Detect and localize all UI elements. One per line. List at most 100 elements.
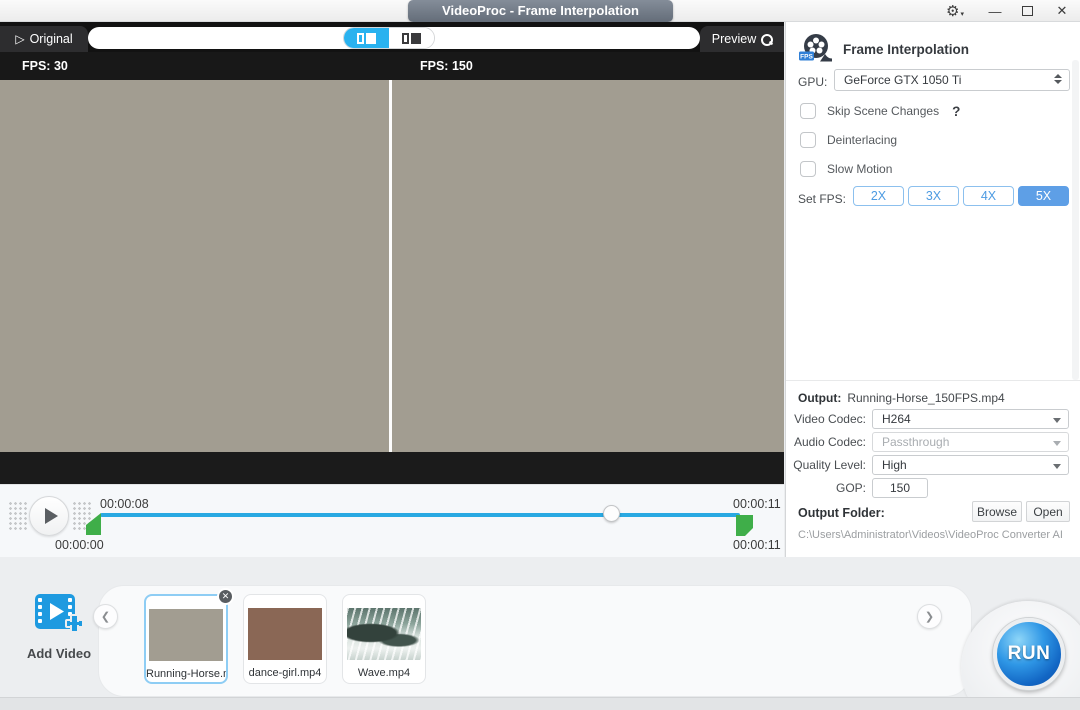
file-name-label: dance-girl.mp4 (244, 667, 326, 679)
trim-end-handle[interactable] (736, 515, 753, 536)
timeline-bar: 00:00:08 00:00:11 00:00:00 00:00:11 (0, 484, 784, 557)
video-codec-label: Video Codec: (786, 412, 866, 426)
original-fps-label: FPS: 30 (22, 59, 68, 73)
close-icon: ✕ (222, 591, 230, 602)
start-time-label: 00:00:00 (55, 538, 104, 552)
magnifier-icon (761, 34, 772, 45)
split-view-button-active[interactable] (344, 28, 389, 48)
set-fps-label: Set FPS: (798, 192, 846, 206)
output-filename: Running-Horse_150FPS.mp4 (847, 391, 1004, 405)
video-codec-select[interactable]: H264 (872, 409, 1069, 429)
skip-scene-changes-row: Skip Scene Changes ? (800, 103, 960, 119)
quality-level-label: Quality Level: (786, 458, 866, 472)
gear-caret-icon: ▾ (960, 10, 964, 18)
maximize-icon (1022, 6, 1033, 16)
skip-scene-changes-label: Skip Scene Changes (827, 104, 939, 118)
file-name-label: Wave.mp4 (343, 667, 425, 679)
play-outline-icon: ▷ (15, 32, 24, 46)
end-time-bottom-label: 00:00:11 (733, 538, 781, 552)
gop-label: GOP: (786, 481, 866, 495)
fps-option-4x[interactable]: 4X (963, 186, 1014, 206)
gop-row: GOP: 150 (786, 478, 1080, 498)
deinterlacing-label: Deinterlacing (827, 133, 897, 147)
preview-tab[interactable]: Preview (700, 26, 784, 52)
add-video-icon (33, 591, 85, 637)
quality-level-value: High (882, 458, 907, 472)
title-bar: VideoProc - Frame Interpolation ⚙▾ — ✕ (0, 0, 1080, 22)
open-button[interactable]: Open (1026, 501, 1070, 522)
slow-motion-checkbox[interactable] (800, 161, 816, 177)
remove-file-button[interactable]: ✕ (217, 588, 234, 605)
playhead-handle[interactable] (603, 505, 620, 522)
running-horse-thumbnail (149, 609, 223, 661)
output-folder-path: C:\Users\Administrator\Videos\VideoProc … (798, 529, 1063, 541)
video-compare-area (0, 80, 784, 452)
output-filename-row: Output:Running-Horse_150FPS.mp4 (798, 391, 1005, 405)
dance-girl-thumbnail (248, 608, 322, 660)
compare-view-toggle (343, 27, 435, 49)
original-tab[interactable]: ▷ Original (0, 26, 88, 52)
add-video-label: Add Video (14, 646, 104, 661)
video-codec-row: Video Codec: H264 (786, 409, 1080, 429)
add-video-button[interactable]: Add Video (14, 591, 104, 661)
settings-panel: FPS Frame Interpolation GPU: GeForce GTX… (785, 22, 1080, 557)
current-time-label: 00:00:08 (100, 497, 149, 511)
file-thumb-running-horse[interactable]: ✕ (144, 594, 228, 684)
file-thumb-wave[interactable]: Wave.mp4 (342, 594, 426, 684)
trim-start-handle[interactable] (86, 513, 101, 535)
preview-stage: ▷ Original Preview FPS: 30 FPS: 150 (0, 22, 784, 557)
slow-motion-label: Slow Motion (827, 162, 892, 176)
dropdown-arrow-icon (1053, 441, 1061, 446)
dancer-video-still (392, 80, 784, 452)
quality-level-row: Quality Level: High (786, 455, 1080, 475)
deinterlacing-row: Deinterlacing (800, 132, 897, 148)
fps-option-5x[interactable]: 5X (1018, 186, 1069, 206)
panel-header: FPS Frame Interpolation (798, 31, 969, 67)
media-bar: Add Video ❮ ❯ ✕ (0, 557, 1080, 710)
minimize-button[interactable]: — (984, 0, 1006, 22)
svg-text:FPS: FPS (800, 54, 813, 61)
grip-handle-icon[interactable] (8, 501, 28, 531)
videoproc-window: VideoProc - Frame Interpolation ⚙▾ — ✕ ▷… (0, 0, 1080, 710)
run-button[interactable]: RUN (993, 618, 1065, 690)
fps-option-3x[interactable]: 3X (908, 186, 959, 206)
help-icon[interactable]: ? (952, 104, 960, 119)
browse-button[interactable]: Browse (972, 501, 1022, 522)
file-thumb-dance-girl[interactable]: dance-girl.mp4 (243, 594, 327, 684)
quality-level-select[interactable]: High (872, 455, 1069, 475)
gear-icon: ⚙ (946, 2, 959, 20)
play-button[interactable] (29, 496, 69, 536)
window-title: VideoProc - Frame Interpolation (408, 0, 673, 22)
output-folder-label: Output Folder: (798, 506, 885, 520)
preview-toolbar: ▷ Original Preview (0, 22, 784, 52)
close-button[interactable]: ✕ (1050, 0, 1074, 22)
preview-tab-label: Preview (712, 32, 756, 46)
settings-gear-button[interactable]: ⚙▾ (942, 0, 968, 22)
audio-codec-value: Passthrough (882, 435, 949, 449)
deinterlacing-checkbox[interactable] (800, 132, 816, 148)
original-tab-label: Original (30, 32, 73, 46)
gpu-label: GPU: (798, 75, 827, 89)
video-codec-value: H264 (882, 412, 911, 426)
letterbox-bar (0, 452, 784, 484)
dancer-thumb-still (149, 609, 223, 661)
maximize-button[interactable] (1016, 0, 1038, 22)
skip-scene-changes-checkbox[interactable] (800, 103, 816, 119)
single-view-icon (402, 33, 421, 44)
single-view-button[interactable] (389, 28, 434, 48)
audio-codec-select[interactable]: Passthrough (872, 432, 1069, 452)
gpu-select[interactable]: GeForce GTX 1050 Ti (834, 69, 1070, 91)
timeline-track[interactable] (100, 513, 740, 517)
gop-input[interactable]: 150 (872, 478, 928, 498)
panel-title: Frame Interpolation (843, 42, 969, 57)
panel-scrollbar[interactable] (1072, 60, 1079, 380)
close-icon: ✕ (1057, 3, 1068, 19)
wave-thumbnail (347, 608, 421, 660)
split-view-icon (357, 33, 376, 44)
scroll-left-button[interactable]: ❮ (93, 604, 118, 629)
dancer-video-still (0, 80, 389, 452)
audio-codec-label: Audio Codec: (786, 435, 866, 449)
fps-option-2x[interactable]: 2X (853, 186, 904, 206)
scroll-right-button[interactable]: ❯ (917, 604, 942, 629)
fps-info-bar: FPS: 30 FPS: 150 (0, 52, 784, 80)
